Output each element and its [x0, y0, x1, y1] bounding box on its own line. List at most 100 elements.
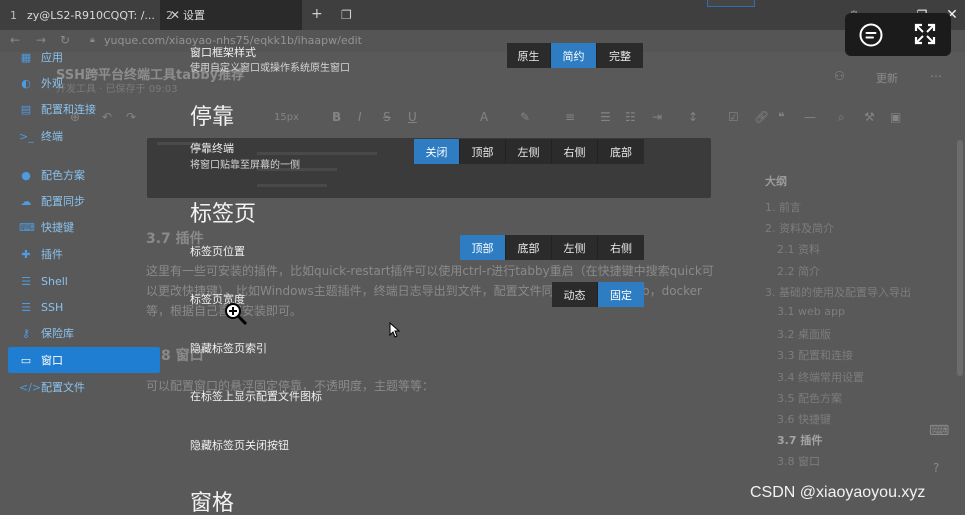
sidebar-item-label: 配置和连接: [41, 103, 96, 116]
tab-position-option[interactable]: 左侧: [552, 235, 598, 260]
add-collaborator-icon[interactable]: ⚇: [834, 69, 845, 83]
dock-option[interactable]: 右侧: [552, 139, 598, 164]
outline-item[interactable]: 3.6 快捷键: [777, 411, 831, 427]
profiles-icon: ▤: [20, 102, 32, 116]
profiles-menu-icon[interactable]: ❐: [341, 8, 352, 22]
indent-icon[interactable]: ⇥: [652, 110, 662, 124]
line-height-icon[interactable]: ↕: [688, 110, 698, 124]
search-doc-icon[interactable]: ⌕: [838, 110, 845, 125]
dock-label: 停靠终端: [190, 142, 234, 155]
link-icon[interactable]: 🔗︎: [754, 110, 769, 124]
outline-item[interactable]: 3.5 配色方案: [777, 390, 842, 406]
color-scheme-icon: ●: [21, 168, 31, 182]
tab-width-selector: 动态 固定: [552, 282, 644, 307]
strikethrough-button[interactable]: S: [383, 110, 391, 124]
outline-item[interactable]: 3.8 窗口: [777, 453, 820, 469]
tabs-heading: 标签页: [190, 202, 257, 227]
app-icon: ▦: [20, 50, 32, 64]
sidebar-item-0[interactable]: ▦ 应用: [8, 44, 160, 70]
tab-position-option[interactable]: 右侧: [598, 235, 644, 260]
puzzle-icon: ✚: [21, 247, 31, 261]
hide-close-button-label: 隐藏标签页关闭按钮: [190, 439, 289, 452]
format-brush-icon[interactable]: ⚒: [864, 110, 875, 124]
sidebar-item-9[interactable]: ☰ SSH: [8, 294, 160, 320]
sidebar-item-3[interactable]: >_ 终端: [8, 123, 160, 149]
sidebar-item-label: 外观: [41, 77, 63, 90]
page-scrollbar[interactable]: [957, 140, 963, 376]
key-icon: ⚷: [21, 326, 31, 340]
server-icon: ☰: [21, 300, 31, 314]
palette-icon: ◐: [21, 76, 31, 90]
dock-option[interactable]: 底部: [598, 139, 644, 164]
italic-button[interactable]: I: [358, 110, 362, 124]
outline-item[interactable]: 3.4 终端常用设置: [777, 369, 864, 385]
tab-index: 1: [10, 8, 17, 22]
dock-option[interactable]: 顶部: [460, 139, 506, 164]
highlight-icon[interactable]: ✎: [520, 110, 530, 124]
floating-capture-widget: [845, 13, 951, 56]
outline-item[interactable]: 3.1 web app: [777, 305, 845, 318]
sidebar-item-label: 快捷键: [41, 221, 74, 234]
font-color-button[interactable]: A: [480, 110, 488, 124]
outline-item[interactable]: 3.7 插件: [777, 432, 822, 448]
outline-item[interactable]: 3.3 配置和连接: [777, 347, 853, 363]
sidebar-item-label: 插件: [41, 248, 63, 261]
sidebar-item-2[interactable]: ▤ 配置和连接: [8, 96, 160, 122]
sidebar-item-label: 窗口: [41, 354, 63, 367]
bullet-list-icon[interactable]: ☰: [600, 110, 611, 124]
quote-icon[interactable]: ❝: [778, 110, 784, 124]
fullscreen-icon[interactable]: [913, 22, 937, 46]
tab-width-option[interactable]: 动态: [552, 282, 598, 307]
new-tab-icon[interactable]: +: [311, 6, 323, 22]
font-size-select[interactable]: 15px: [274, 112, 299, 123]
underline-button[interactable]: U: [408, 110, 417, 124]
frame-style-option[interactable]: 完整: [597, 43, 643, 68]
tab-position-label: 标签页位置: [190, 245, 245, 258]
dock-option[interactable]: 左侧: [506, 139, 552, 164]
checkbox-icon[interactable]: ☑: [728, 110, 739, 124]
sidebar-item-6[interactable]: ⌨ 快捷键: [8, 214, 160, 240]
close-tab-icon[interactable]: ✕: [170, 0, 184, 30]
sidebar-item-label: 终端: [41, 130, 63, 143]
editor-toolbar: ⊕ ↶ ↷ 15px B I S U A ✎ ≡ ☰ ☷ ⇥ ↕ ☑ 🔗︎ ❝ …: [60, 110, 920, 132]
outline-item[interactable]: 2.1 资料: [777, 241, 820, 257]
frame-style-option[interactable]: 简约: [551, 43, 597, 68]
keyboard-shortcut-icon[interactable]: ⌨: [929, 423, 949, 439]
tab-position-option[interactable]: 底部: [506, 235, 552, 260]
update-button[interactable]: 更新: [876, 70, 898, 86]
sidebar-item-12[interactable]: </> 配置文件: [8, 374, 160, 400]
sidebar-item-10[interactable]: ⚷ 保险库: [8, 320, 160, 346]
divider-icon[interactable]: —: [804, 110, 816, 124]
outline-item[interactable]: 1. 前言: [765, 199, 801, 215]
align-icon[interactable]: ≡: [565, 110, 575, 124]
dock-option[interactable]: 关闭: [414, 139, 460, 164]
outline-item[interactable]: 3.2 桌面版: [777, 326, 831, 342]
numbered-list-icon[interactable]: ☷: [625, 110, 636, 124]
sidebar-item-11[interactable]: ▭ 窗口: [8, 347, 160, 373]
sidebar-item-1[interactable]: ◐ 外观: [8, 70, 160, 96]
help-icon[interactable]: ?: [933, 461, 939, 475]
outline-item[interactable]: 2.2 简介: [777, 263, 820, 279]
frame-style-label: 窗口框架样式: [190, 46, 256, 59]
dock-selector: 关闭 顶部 左侧 右侧 底部: [414, 139, 644, 164]
mouse-pointer-icon: [389, 322, 401, 338]
sidebar-item-7[interactable]: ✚ 插件: [8, 241, 160, 267]
tab-label: zy@LS2-R910CQQT: /...: [27, 8, 155, 22]
sidebar-item-4[interactable]: ● 配色方案: [8, 162, 160, 188]
tab-terminal[interactable]: 1 zy@LS2-R910CQQT: /...: [0, 0, 160, 30]
outline-title: 大纲: [765, 175, 787, 188]
outline-item[interactable]: 3. 基础的使用及配置导入导出: [765, 284, 911, 300]
sidebar-item-label: 配置文件: [41, 381, 85, 394]
bold-button[interactable]: B: [332, 110, 341, 124]
more-icon[interactable]: ⋯: [930, 69, 942, 83]
sidebar-item-label: Shell: [41, 274, 68, 288]
dock-heading: 停靠: [190, 105, 235, 130]
save-icon[interactable]: ▣: [890, 110, 901, 124]
sidebar-item-5[interactable]: ☁ 配置同步: [8, 188, 160, 214]
tab-position-option[interactable]: 顶部: [460, 235, 506, 260]
frame-style-option[interactable]: 原生: [507, 43, 551, 68]
chat-bubble-icon[interactable]: [858, 22, 884, 48]
outline-item[interactable]: 2. 资料及简介: [765, 220, 834, 236]
tab-width-option[interactable]: 固定: [598, 282, 644, 307]
sidebar-item-8[interactable]: ☰ Shell: [8, 268, 160, 294]
